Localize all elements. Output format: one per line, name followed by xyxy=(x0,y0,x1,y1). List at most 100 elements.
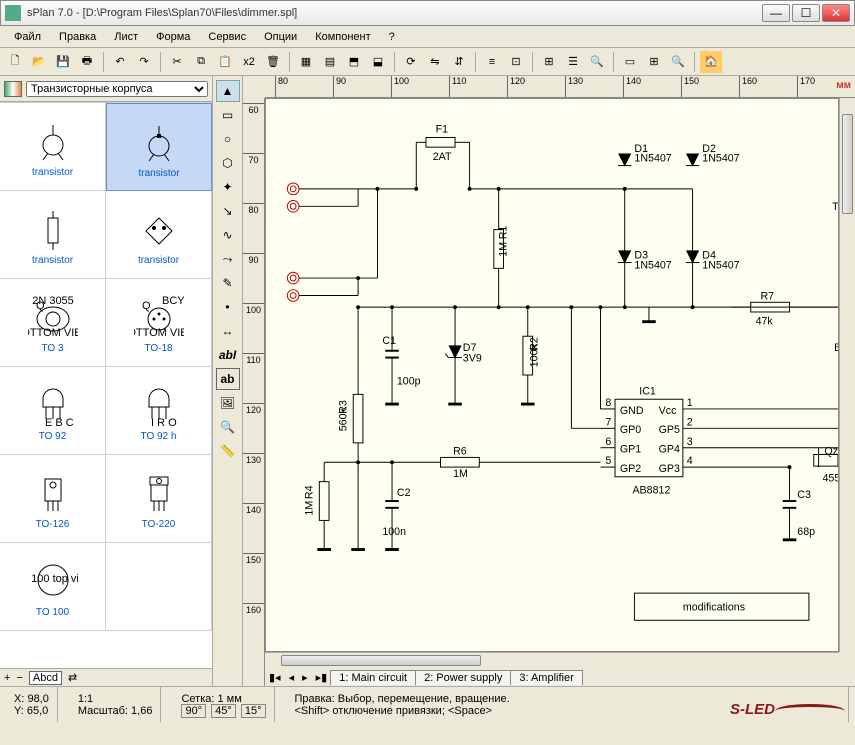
window-title: sPlan 7.0 - [D:\Program Files\Splan70\Fi… xyxy=(27,7,762,19)
lib-toggle-icon[interactable]: ⇄ xyxy=(68,671,77,684)
text-tool-icon[interactable]: abI xyxy=(216,344,240,366)
rect-tool-icon[interactable]: ▭ xyxy=(216,104,240,126)
menu-form[interactable]: Форма xyxy=(148,29,198,45)
print-icon[interactable]: 🖶 xyxy=(76,51,98,73)
menu-service[interactable]: Сервис xyxy=(200,29,254,45)
freehand-tool-icon[interactable]: ✎ xyxy=(216,272,240,294)
special-tool-icon[interactable]: ✦ xyxy=(216,176,240,198)
node-tool-icon[interactable]: • xyxy=(216,296,240,318)
lib-item-transistor-3[interactable]: transistor xyxy=(0,191,106,279)
page-icon[interactable]: ▭ xyxy=(619,51,641,73)
circle-tool-icon[interactable]: ○ xyxy=(216,128,240,150)
zoom-fit-icon[interactable]: 🔍 xyxy=(667,51,689,73)
svg-text:2AT: 2AT xyxy=(433,151,452,163)
svg-text:GP1: GP1 xyxy=(620,444,641,456)
redo-icon[interactable]: ↷ xyxy=(133,51,155,73)
page-tab-3[interactable]: 3: Amplifier xyxy=(510,670,582,685)
tab-nav-prev-icon[interactable]: ◂ xyxy=(285,671,299,684)
svg-text:BOTTOM VIEW: BOTTOM VIEW xyxy=(134,327,184,339)
lib-item-to18[interactable]: BCY 58BOTTOM VIEWQTO-18 xyxy=(106,279,212,367)
app-icon xyxy=(5,5,21,21)
ungroup-icon[interactable]: ▤ xyxy=(319,51,341,73)
dimension-tool-icon[interactable]: ↔ xyxy=(216,320,240,342)
measure-tool-icon[interactable]: 📏 xyxy=(216,440,240,462)
page-tab-1[interactable]: 1: Main circuit xyxy=(330,670,416,685)
duplicate-icon[interactable]: x2 xyxy=(238,51,260,73)
lib-item-to92h[interactable]: I R OTO 92 h xyxy=(106,367,212,455)
delete-icon[interactable]: 🗑 xyxy=(262,51,284,73)
maximize-button[interactable]: ☐ xyxy=(792,4,820,22)
draw-tool-column: ▲ ▭ ○ ⬡ ✦ ↘ ∿ ⤳ ✎ • ↔ abI ab 🖼 🔍 📏 xyxy=(213,76,243,686)
angle-90-button[interactable]: 90° xyxy=(181,704,206,718)
cut-icon[interactable]: ✂ xyxy=(166,51,188,73)
library-controls: + − Abcd ⇄ xyxy=(0,668,212,686)
tab-nav-next-icon[interactable]: ▸ xyxy=(298,671,312,684)
svg-text:455k: 455k xyxy=(822,473,838,485)
svg-text:68p: 68p xyxy=(797,526,815,538)
image-tool-icon[interactable]: 🖼 xyxy=(216,392,240,414)
center-icon[interactable]: ⊡ xyxy=(505,51,527,73)
lib-minus-button[interactable]: − xyxy=(16,672,22,684)
front-icon[interactable]: ⬒ xyxy=(343,51,365,73)
group-icon[interactable]: ▦ xyxy=(295,51,317,73)
menu-component[interactable]: Компонент xyxy=(307,29,378,45)
angle-15-button[interactable]: 15° xyxy=(241,704,266,718)
poly-tool-icon[interactable]: ⬡ xyxy=(216,152,240,174)
svg-text:GP5: GP5 xyxy=(659,424,680,436)
lib-item-transistor-2[interactable]: transistor xyxy=(106,103,212,191)
list-icon[interactable]: ☰ xyxy=(562,51,584,73)
rotate-icon[interactable]: ⟳ xyxy=(400,51,422,73)
mirror-v-icon[interactable]: ⇵ xyxy=(448,51,470,73)
snap-icon[interactable]: ⊞ xyxy=(538,51,560,73)
grid-icon[interactable]: ⊞ xyxy=(643,51,665,73)
menu-edit[interactable]: Правка xyxy=(51,29,104,45)
svg-text:AB8812: AB8812 xyxy=(632,484,670,496)
save-icon[interactable]: 💾 xyxy=(52,51,74,73)
svg-text:GND: GND xyxy=(620,405,644,417)
library-grid[interactable]: transistor transistor transistor transis… xyxy=(0,102,212,668)
back-icon[interactable]: ⬓ xyxy=(367,51,389,73)
lib-item-transistor-4[interactable]: transistor xyxy=(106,191,212,279)
pointer-tool-icon[interactable]: ▲ xyxy=(216,80,240,102)
lib-item-to126[interactable]: TO-126 xyxy=(0,455,106,543)
svg-text:1N5407: 1N5407 xyxy=(702,259,739,271)
svg-text:47k: 47k xyxy=(756,316,774,328)
tab-nav-last-icon[interactable]: ▸▮ xyxy=(312,671,332,684)
new-icon[interactable]: 🗋 xyxy=(4,51,26,73)
vertical-scrollbar[interactable] xyxy=(839,98,855,652)
copy-icon[interactable]: ⧉ xyxy=(190,51,212,73)
align-icon[interactable]: ≡ xyxy=(481,51,503,73)
schematic-canvas[interactable]: F1 2AT D11N5407 D21N5407 D31N5407 D41N54… xyxy=(265,98,839,652)
svg-text:8: 8 xyxy=(605,397,611,409)
minimize-button[interactable]: — xyxy=(762,4,790,22)
menu-sheet[interactable]: Лист xyxy=(106,29,146,45)
svg-text:B: B xyxy=(834,342,838,354)
undo-icon[interactable]: ↶ xyxy=(109,51,131,73)
horizontal-scrollbar[interactable] xyxy=(265,652,839,668)
zoom-tool-icon[interactable]: 🔍 xyxy=(216,416,240,438)
lib-item-to3[interactable]: 2N 3055BOTTOM VIEWQTO 3 xyxy=(0,279,106,367)
lib-plus-button[interactable]: + xyxy=(4,672,10,684)
page-tab-2[interactable]: 2: Power supply xyxy=(415,670,511,685)
angle-45-button[interactable]: 45° xyxy=(211,704,236,718)
home-icon[interactable]: 🏠 xyxy=(700,51,722,73)
mirror-h-icon[interactable]: ⇋ xyxy=(424,51,446,73)
lib-abcd-button[interactable]: Abcd xyxy=(29,671,62,685)
label-tool-icon[interactable]: ab xyxy=(216,368,240,390)
menu-file[interactable]: Файл xyxy=(6,29,49,45)
tab-nav-first-icon[interactable]: ▮◂ xyxy=(265,671,285,684)
curve-tool-icon[interactable]: ∿ xyxy=(216,224,240,246)
menu-help[interactable]: ? xyxy=(381,29,403,45)
paste-icon[interactable]: 📋 xyxy=(214,51,236,73)
open-icon[interactable]: 📂 xyxy=(28,51,50,73)
menu-options[interactable]: Опции xyxy=(256,29,305,45)
lib-item-to220[interactable]: TO-220 xyxy=(106,455,212,543)
lib-item-to100[interactable]: TO 100 top viewTO 100 xyxy=(0,543,106,631)
lib-item-transistor-1[interactable]: transistor xyxy=(0,103,106,191)
lib-item-to92[interactable]: E B CTO 92 xyxy=(0,367,106,455)
search-icon[interactable]: 🔍 xyxy=(586,51,608,73)
library-select[interactable]: Транзисторные корпуса xyxy=(26,81,208,97)
line-tool-icon[interactable]: ↘ xyxy=(216,200,240,222)
close-button[interactable]: ✕ xyxy=(822,4,850,22)
bezier-tool-icon[interactable]: ⤳ xyxy=(216,248,240,270)
